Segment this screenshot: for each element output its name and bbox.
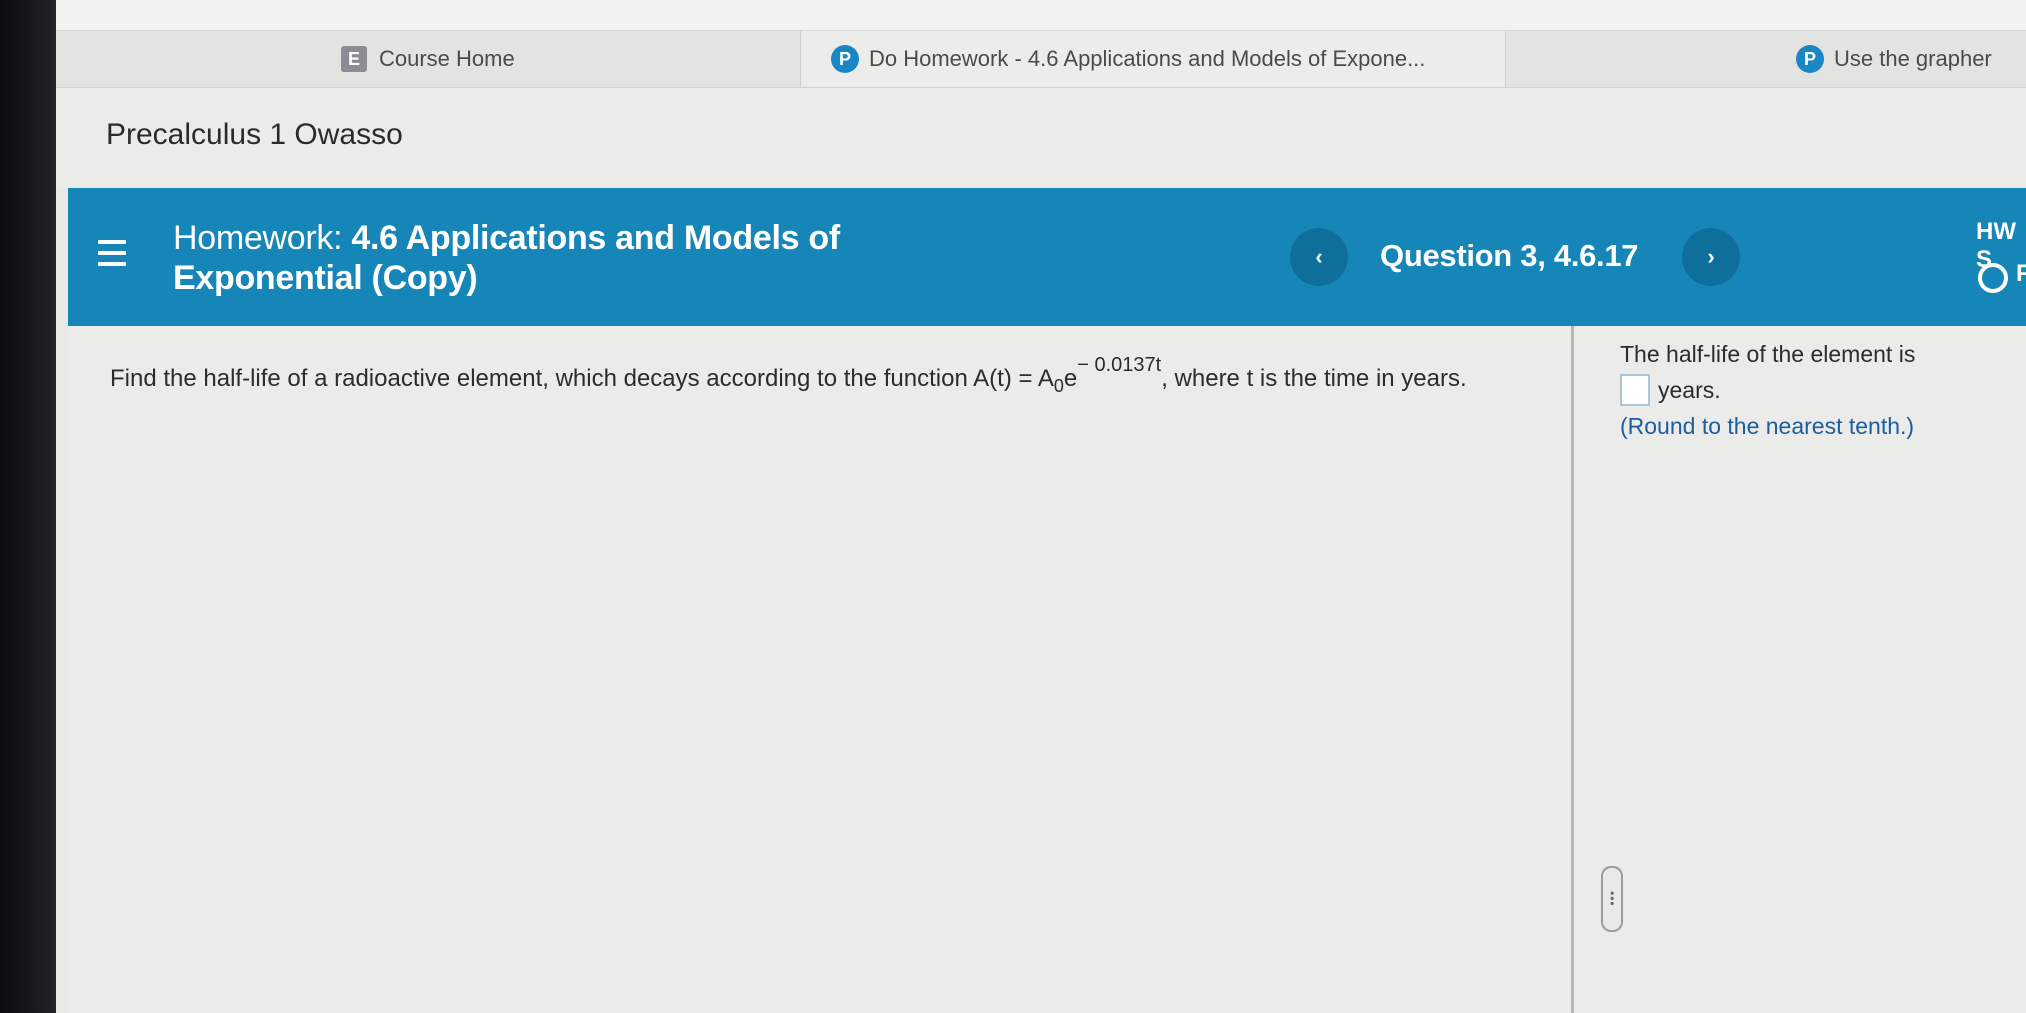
answer-input[interactable] (1620, 374, 1650, 406)
homework-title-line1: 4.6 Applications and Models of (351, 219, 840, 257)
question-label: Question 3, 4.6.17 (1380, 238, 1639, 273)
chevron-left-icon: ‹ (1315, 244, 1323, 269)
question-text: Find the half-life of a radioactive elem… (110, 354, 1570, 409)
pearson-icon: P (1796, 45, 1824, 73)
rounding-hint: (Round to the nearest tenth.) (1620, 413, 1915, 439)
hamburger-menu-icon[interactable] (98, 240, 128, 268)
tab-do-homework[interactable]: P Do Homework - 4.6 Applications and Mod… (801, 31, 1506, 87)
score-letter: F (2016, 260, 2026, 287)
next-question-button[interactable]: › (1682, 228, 1740, 286)
monitor-bezel (0, 0, 64, 1013)
question-text-before: Find the half-life of a radioactive elem… (110, 365, 1054, 392)
tab-use-grapher[interactable]: P Use the grapher (1506, 31, 2026, 87)
homework-header: Homework: 4.6 Applications and Models of… (68, 188, 2026, 326)
question-text-after: , where t is the time in years. (1161, 365, 1467, 392)
browser-screen: E Course Home P Do Homework - 4.6 Applic… (56, 0, 2026, 1013)
previous-question-button[interactable]: ‹ (1290, 228, 1348, 286)
panel-resize-handle[interactable]: ••• (1601, 866, 1623, 932)
pearson-icon: P (831, 45, 859, 73)
homework-title-prefix: Homework: (173, 219, 352, 257)
browser-top-strip (56, 0, 2026, 31)
tab-course-home[interactable]: E Course Home (56, 31, 801, 87)
tab-label: Do Homework - 4.6 Applications and Model… (869, 46, 1426, 71)
homework-title-line2: Exponential (Copy) (173, 259, 478, 297)
course-bar: Precalculus 1 Owasso (56, 88, 2026, 188)
answer-panel: The half-life of the element is years. (… (1620, 336, 2020, 444)
tab-label: Course Home (379, 46, 515, 71)
formula-subscript: 0 (1053, 375, 1064, 396)
formula-exponent: − 0.0137t (1077, 354, 1162, 376)
panel-divider (1571, 326, 1574, 1013)
question-content: Find the half-life of a radioactive elem… (68, 326, 2026, 1013)
tab-label: Use the grapher (1834, 46, 1992, 71)
formula-base: e (1063, 365, 1078, 392)
answer-row: years. (1620, 372, 2020, 408)
chevron-right-icon: › (1707, 244, 1715, 269)
tab-bar: E Course Home P Do Homework - 4.6 Applic… (56, 31, 2026, 88)
homework-title: Homework: 4.6 Applications and Models of… (173, 218, 840, 298)
course-title: Precalculus 1 Owasso (106, 118, 403, 151)
score-circle-icon (1978, 263, 2008, 293)
etext-icon: E (341, 46, 367, 72)
answer-unit: years. (1658, 377, 1721, 403)
answer-prompt: The half-life of the element is (1620, 341, 1916, 367)
